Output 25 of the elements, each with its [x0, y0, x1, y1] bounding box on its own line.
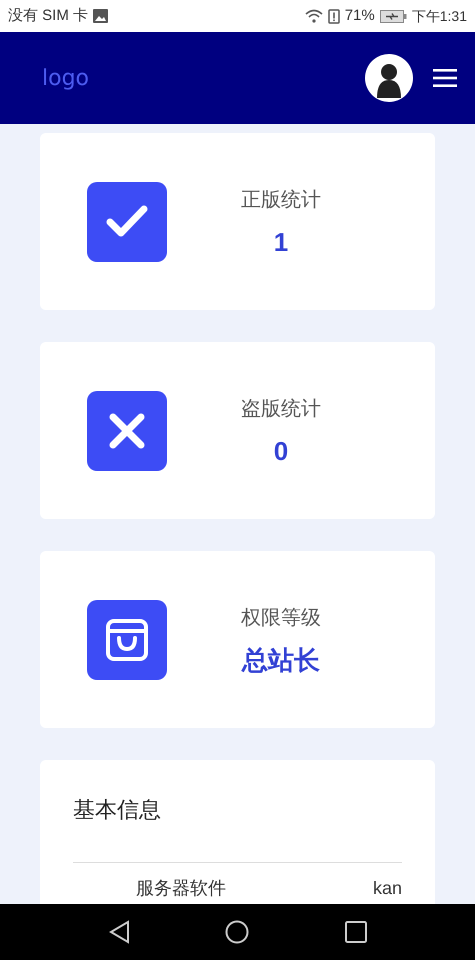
info-label: 服务器软件 — [136, 877, 226, 900]
stat-label: 权限等级 — [241, 606, 321, 630]
carrier-text: 没有 SIM 卡 — [8, 6, 88, 26]
stat-value: 0 — [274, 434, 288, 468]
battery-percent: 71% — [344, 6, 375, 26]
alert-icon — [328, 8, 340, 24]
stat-label: 正版统计 — [241, 188, 321, 212]
menu-icon[interactable] — [433, 69, 457, 87]
section-title: 基本信息 — [73, 796, 162, 824]
info-value: kan — [372, 877, 402, 900]
stat-value: 总站长 — [242, 644, 320, 676]
image-icon — [93, 9, 108, 23]
wifi-icon — [304, 9, 323, 23]
recents-icon[interactable] — [345, 921, 368, 943]
close-icon — [109, 412, 145, 448]
stat-label: 盗版统计 — [241, 396, 321, 422]
battery-icon — [380, 10, 407, 22]
logo-text[interactable]: logo — [42, 62, 89, 94]
bag-icon — [105, 618, 149, 662]
home-icon[interactable] — [225, 920, 250, 944]
back-icon[interactable] — [108, 920, 130, 944]
avatar-icon[interactable] — [365, 54, 413, 102]
stat-value: 1 — [274, 226, 288, 258]
clock-text: 下午1:31 — [412, 6, 467, 26]
check-icon — [106, 204, 148, 238]
